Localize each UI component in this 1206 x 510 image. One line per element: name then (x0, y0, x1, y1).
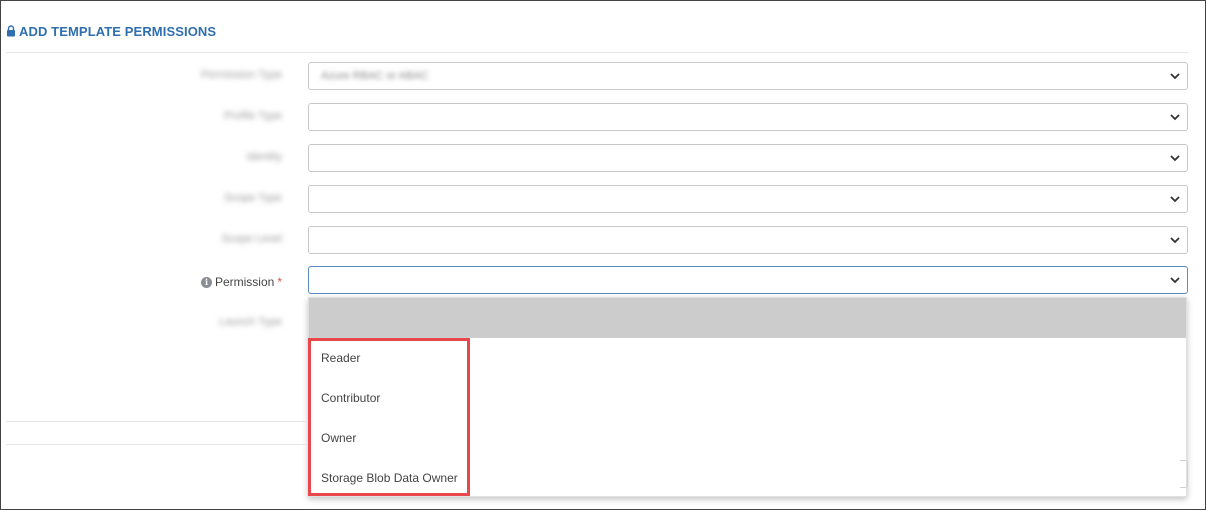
scope-type-select[interactable] (308, 185, 1188, 213)
permission-select[interactable] (308, 266, 1188, 294)
field-label-scope-level: Scope Level (221, 233, 282, 245)
field-label-scope-type: Scope Type (224, 192, 282, 204)
permission-label-group: i Permission * (200, 275, 282, 289)
highlight-box (308, 338, 470, 496)
profile-type-select[interactable] (308, 103, 1188, 131)
field-label-identity: Identity (246, 151, 282, 163)
permission-label: Permission (214, 275, 275, 289)
chevron-down-icon (1170, 73, 1180, 80)
footer-divider-left (6, 421, 308, 422)
field-label-profile-type: Profile Type (224, 110, 282, 122)
section-header: ADD TEMPLATE PERMISSIONS (6, 22, 216, 40)
page-title: ADD TEMPLATE PERMISSIONS (19, 23, 217, 39)
dropdown-empty-option[interactable] (309, 298, 1186, 338)
required-marker: * (277, 275, 282, 289)
chevron-down-icon (1170, 114, 1180, 121)
header-divider (6, 52, 1188, 53)
footer-button-edge[interactable] (1180, 460, 1188, 488)
identity-select[interactable] (308, 144, 1188, 172)
scope-level-select[interactable] (308, 226, 1188, 254)
permission-type-value: Azure RBAC or ABAC (321, 70, 429, 82)
permission-type-select[interactable]: Azure RBAC or ABAC (308, 62, 1188, 90)
field-label-permission-type: Permission Type (200, 69, 282, 81)
field-label-launch-type: Launch Type (219, 316, 282, 328)
chevron-down-icon (1170, 277, 1180, 284)
lock-icon (7, 25, 15, 37)
chevron-down-icon (1170, 237, 1180, 244)
chevron-down-icon (1170, 155, 1180, 162)
footer-divider (6, 444, 308, 445)
chevron-down-icon (1170, 196, 1180, 203)
info-icon[interactable]: i (200, 276, 212, 288)
